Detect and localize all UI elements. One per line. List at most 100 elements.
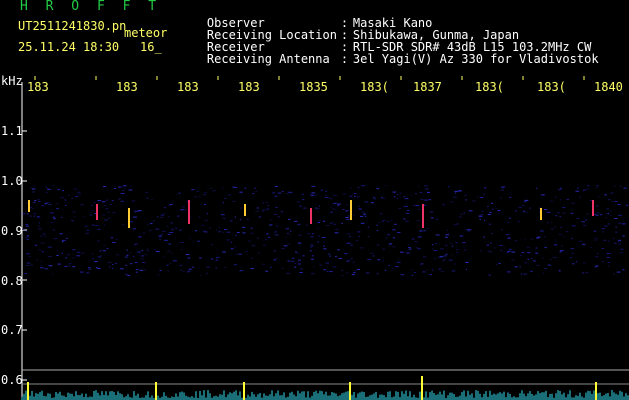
noise-pixel bbox=[502, 189, 504, 191]
noise-pixel bbox=[36, 198, 40, 200]
noise-pixel bbox=[323, 242, 325, 243]
noise-pixel bbox=[577, 217, 579, 219]
noise-pixel bbox=[345, 210, 348, 212]
noise-pixel bbox=[136, 243, 139, 245]
noise-pixel bbox=[71, 197, 73, 199]
noise-pixel bbox=[52, 216, 55, 218]
noise-pixel bbox=[500, 197, 502, 199]
noise-pixel bbox=[333, 223, 337, 225]
noise-pixel bbox=[92, 253, 94, 255]
noise-pixel bbox=[124, 188, 126, 190]
noise-pixel bbox=[405, 220, 409, 222]
noise-pixel bbox=[86, 272, 90, 274]
noise-pixel bbox=[65, 205, 67, 206]
noise-pixel bbox=[204, 219, 209, 221]
noise-pixel bbox=[472, 200, 476, 202]
noise-pixel bbox=[583, 224, 587, 226]
noise-pixel bbox=[507, 271, 511, 273]
noise-pixel bbox=[322, 220, 326, 222]
noise-pixel bbox=[532, 260, 536, 262]
noise-pixel bbox=[623, 187, 627, 189]
noise-pixel bbox=[524, 201, 527, 203]
noise-pixel bbox=[448, 186, 450, 188]
noise-pixel bbox=[167, 233, 171, 235]
noise-pixel bbox=[341, 222, 343, 224]
noise-pixel bbox=[326, 271, 329, 273]
noise-pixel bbox=[150, 223, 153, 225]
noise-pixel bbox=[434, 243, 438, 244]
noise-pixel bbox=[113, 188, 117, 189]
noise-pixel bbox=[240, 207, 242, 209]
noise-pixel bbox=[451, 270, 456, 272]
noise-pixel bbox=[27, 235, 30, 237]
noise-pixel bbox=[333, 195, 338, 197]
noise-pixel bbox=[563, 236, 565, 238]
noise-pixel bbox=[194, 196, 198, 198]
noise-pixel bbox=[262, 209, 266, 211]
noise-pixel bbox=[44, 235, 47, 237]
noise-pixel bbox=[48, 265, 53, 267]
noise-pixel bbox=[56, 208, 59, 210]
noise-pixel bbox=[341, 274, 344, 276]
noise-pixel bbox=[111, 200, 114, 202]
noise-pixel bbox=[287, 260, 290, 262]
noise-pixel bbox=[338, 257, 343, 259]
noise-pixel bbox=[403, 218, 406, 220]
noise-pixel bbox=[454, 190, 459, 192]
noise-pixel bbox=[603, 239, 606, 241]
noise-pixel bbox=[218, 227, 221, 229]
noise-pixel bbox=[151, 199, 153, 201]
noise-pixel bbox=[22, 228, 25, 230]
noise-pixel bbox=[596, 205, 599, 207]
noise-pixel bbox=[256, 207, 259, 209]
noise-pixel bbox=[116, 238, 118, 240]
noise-pixel bbox=[357, 187, 360, 189]
noise-pixel bbox=[133, 244, 135, 246]
noise-pixel bbox=[217, 256, 221, 258]
noise-pixel bbox=[161, 230, 166, 232]
meteor-echo bbox=[28, 200, 30, 212]
noise-pixel bbox=[405, 212, 410, 214]
noise-pixel bbox=[199, 257, 202, 259]
noise-pixel bbox=[382, 197, 386, 199]
noise-pixel bbox=[242, 226, 246, 228]
noise-pixel bbox=[495, 207, 497, 209]
noise-pixel bbox=[200, 274, 202, 276]
noise-pixel bbox=[585, 219, 588, 221]
spectrogram bbox=[21, 76, 629, 400]
noise-pixel bbox=[389, 243, 393, 245]
noise-pixel bbox=[198, 216, 201, 218]
noise-pixel bbox=[230, 248, 234, 250]
noise-pixel bbox=[363, 213, 366, 215]
noise-pixel bbox=[614, 218, 618, 219]
noise-pixel bbox=[79, 271, 84, 273]
noise-pixel bbox=[350, 187, 352, 189]
noise-pixel bbox=[595, 214, 599, 216]
noise-pixel bbox=[412, 204, 415, 206]
noise-pixel bbox=[250, 227, 253, 229]
noise-pixel bbox=[617, 204, 621, 206]
noise-pixel bbox=[606, 208, 610, 210]
noise-pixel bbox=[109, 204, 112, 205]
noise-pixel bbox=[122, 224, 125, 226]
noise-pixel bbox=[575, 261, 578, 263]
noise-pixel bbox=[115, 254, 120, 256]
noise-pixel bbox=[311, 192, 316, 194]
noise-pixel bbox=[257, 237, 259, 239]
noise-pixel bbox=[323, 248, 327, 250]
noise-pixel bbox=[204, 192, 207, 194]
noise-pixel bbox=[163, 256, 165, 258]
noise-pixel bbox=[442, 204, 445, 206]
noise-pixel bbox=[560, 245, 563, 247]
noise-pixel bbox=[384, 269, 387, 271]
y-axis-ticks bbox=[21, 82, 27, 400]
noise-pixel bbox=[94, 261, 98, 263]
noise-pixel bbox=[283, 245, 288, 247]
noise-pixel bbox=[252, 193, 255, 195]
noise-pixel bbox=[424, 199, 428, 201]
noise-pixel bbox=[518, 206, 522, 208]
noise-pixel bbox=[83, 216, 85, 218]
noise-pixel bbox=[445, 244, 448, 246]
noise-pixel bbox=[358, 236, 360, 237]
noise-pixel bbox=[451, 245, 454, 247]
